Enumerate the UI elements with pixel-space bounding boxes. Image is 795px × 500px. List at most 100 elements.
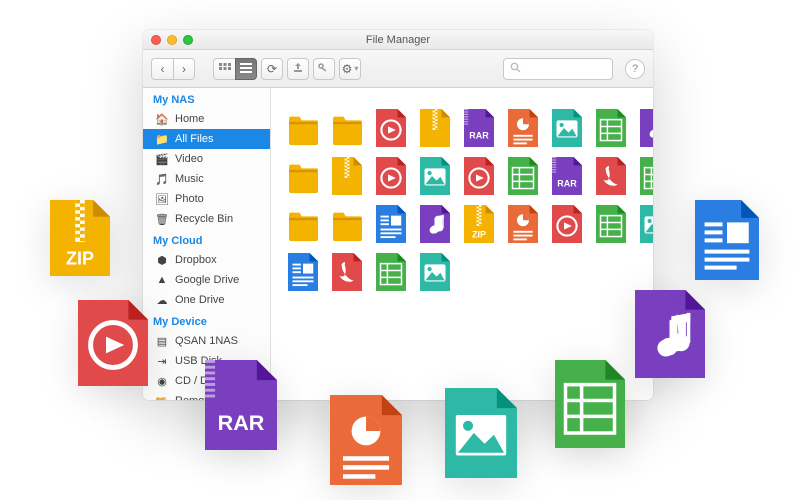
file-item-zip[interactable]: ZIP: [461, 202, 497, 246]
svg-text:RAR: RAR: [218, 410, 265, 435]
share-icon: [293, 62, 303, 76]
svg-text:RAR: RAR: [469, 131, 489, 141]
window-body: My NAS🏠Home📁All Files🎬Video🎵Music🖼Photo🗑…: [143, 88, 653, 400]
file-item-doc[interactable]: [285, 250, 321, 294]
search-input[interactable]: [503, 58, 613, 80]
file-item-music[interactable]: [637, 106, 653, 150]
chevron-right-icon: ›: [182, 62, 186, 76]
decorative-file-image-icon: [445, 388, 517, 481]
file-item-pdf[interactable]: [593, 154, 629, 198]
file-item-zip[interactable]: [329, 154, 365, 198]
usb-icon: ⇥: [155, 354, 169, 368]
sidebar-item-label: One Drive: [175, 294, 225, 306]
file-item-table[interactable]: [505, 154, 541, 198]
sidebar-item-label: Video: [175, 153, 203, 165]
onedrive-icon: ☁: [155, 293, 169, 307]
sidebar-item-home[interactable]: 🏠Home: [143, 109, 270, 129]
settings-button[interactable]: ⚙▾: [339, 58, 361, 80]
file-item-image[interactable]: [417, 154, 453, 198]
file-item-zip[interactable]: [417, 106, 453, 150]
sidebar-item-dropbox[interactable]: ⬢ Dropbox: [143, 250, 270, 270]
zoom-window-button[interactable]: [183, 35, 193, 45]
file-item-table[interactable]: [593, 202, 629, 246]
grid-icon: [219, 62, 231, 76]
view-grid-button[interactable]: [213, 58, 235, 80]
file-item-video[interactable]: [461, 154, 497, 198]
sidebar: My NAS🏠Home📁All Files🎬Video🎵Music🖼Photo🗑…: [143, 88, 271, 400]
share-button[interactable]: [287, 58, 309, 80]
decorative-file-rar-icon: RAR: [205, 360, 277, 453]
decorative-file-zip-icon: ZIP: [50, 200, 110, 279]
sidebar-item-recycle-bin[interactable]: 🗑Recycle Bin: [143, 209, 270, 229]
sidebar-item-music[interactable]: 🎵 Music: [143, 169, 270, 189]
file-item-doc[interactable]: [373, 202, 409, 246]
sidebar-item-label: Google Drive: [175, 274, 239, 286]
sidebar-item-google-drive[interactable]: ▲ Google Drive: [143, 270, 270, 290]
file-item-folder[interactable]: [285, 202, 321, 246]
file-item-video[interactable]: [549, 202, 585, 246]
file-item-music[interactable]: [417, 202, 453, 246]
view-mode-toggle: [213, 58, 257, 80]
forward-button[interactable]: ›: [173, 58, 195, 80]
window-titlebar[interactable]: File Manager: [143, 30, 653, 50]
file-item-video[interactable]: [373, 154, 409, 198]
sidebar-item-label: Recycle Bin: [175, 213, 233, 225]
help-button[interactable]: ?: [625, 59, 645, 79]
cd-icon: ◉: [155, 374, 169, 388]
file-grid[interactable]: RAR: [271, 88, 653, 400]
file-item-rar[interactable]: RAR: [461, 106, 497, 150]
file-item-image[interactable]: [637, 202, 653, 246]
search-icon: [510, 62, 521, 76]
list-icon: [240, 62, 252, 76]
view-list-button[interactable]: [235, 58, 257, 80]
sidebar-item-label: All Files: [175, 133, 214, 145]
link-icon: [318, 62, 330, 76]
question-icon: ?: [632, 63, 638, 75]
file-item-pdf[interactable]: [329, 250, 365, 294]
file-item-rar[interactable]: RAR: [549, 154, 585, 198]
svg-text:RAR: RAR: [557, 179, 577, 189]
sidebar-item-label: Music: [175, 173, 204, 185]
decorative-file-video-icon: [78, 300, 148, 389]
gdrive-icon: ▲: [155, 273, 169, 287]
minimize-window-button[interactable]: [167, 35, 177, 45]
back-button[interactable]: ‹: [151, 58, 173, 80]
file-item-folder[interactable]: [285, 154, 321, 198]
gear-icon: ⚙: [342, 62, 353, 76]
music-icon: 🎵: [155, 172, 169, 186]
file-item-chart[interactable]: [505, 106, 541, 150]
sidebar-item-one-drive[interactable]: ☁ One Drive: [143, 290, 270, 310]
connect-button[interactable]: [313, 58, 335, 80]
file-item-video[interactable]: [373, 106, 409, 150]
file-item-table[interactable]: [593, 106, 629, 150]
file-item-table[interactable]: [637, 154, 653, 198]
remote-icon: 📂: [155, 394, 169, 400]
sidebar-section-header: My Cloud: [143, 229, 270, 250]
file-item-folder[interactable]: [329, 106, 365, 150]
decorative-file-doc-icon: [695, 200, 759, 283]
sidebar-item-all-files[interactable]: 📁 All Files: [143, 129, 270, 149]
sidebar-item-label: QSAN 1NAS: [175, 335, 238, 347]
svg-text:ZIP: ZIP: [66, 249, 94, 269]
refresh-icon: ⟳: [267, 62, 277, 76]
window-controls: [143, 35, 193, 45]
refresh-button[interactable]: ⟳: [261, 58, 283, 80]
close-window-button[interactable]: [151, 35, 161, 45]
window-title: File Manager: [143, 34, 653, 46]
file-item-table[interactable]: [373, 250, 409, 294]
file-item-folder[interactable]: [285, 106, 321, 150]
file-item-chart[interactable]: [505, 202, 541, 246]
svg-text:ZIP: ZIP: [472, 229, 486, 239]
sidebar-item-photo[interactable]: 🖼Photo: [143, 189, 270, 209]
sidebar-item-qsan-1nas[interactable]: ▤QSAN 1NAS: [143, 331, 270, 351]
sidebar-section-header: My Device: [143, 310, 270, 331]
file-item-folder[interactable]: [329, 202, 365, 246]
decorative-file-chart-icon: [330, 395, 402, 488]
all-files-icon: 📁: [155, 132, 169, 146]
dropbox-icon: ⬢: [155, 253, 169, 267]
sidebar-item-video[interactable]: 🎬Video: [143, 149, 270, 169]
file-item-image[interactable]: [549, 106, 585, 150]
photo-icon: 🖼: [155, 192, 169, 206]
sidebar-item-label: Dropbox: [175, 254, 217, 266]
file-item-image[interactable]: [417, 250, 453, 294]
